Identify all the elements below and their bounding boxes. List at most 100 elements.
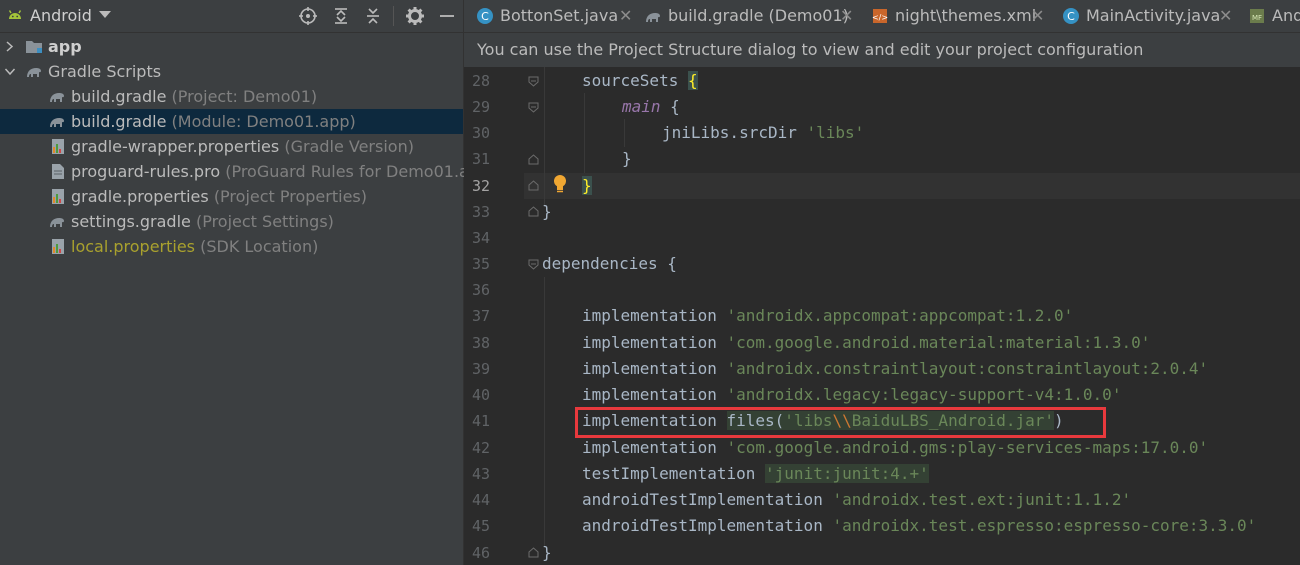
line-number: 29 [471, 98, 490, 116]
tab-night-themes-xml[interactable]: </> night\themes.xml ✕ [871, 0, 1051, 32]
line-number: 34 [471, 229, 490, 247]
tree-item-gradle-scripts[interactable]: Gradle Scripts [0, 59, 463, 84]
close-icon[interactable]: ✕ [840, 0, 853, 32]
highlight-annotation-box [575, 407, 1106, 438]
code-token: implementation [582, 359, 717, 378]
current-line-highlight [524, 173, 1300, 199]
code-editor[interactable]: 28 29 30 31 32 33 34 35 36 37 38 39 40 4… [464, 67, 1300, 565]
tree-item-label: build.gradle [71, 87, 167, 106]
java-class-icon: C [477, 8, 493, 24]
code-line-46: } [542, 543, 552, 562]
string-literal: 'androidx.appcompat:appcompat:1.2.0' [726, 306, 1074, 325]
code-line-44: androidTestImplementation 'androidx.test… [582, 490, 1131, 509]
tree-item-gradle-properties[interactable]: gradle.properties (Project Properties) [0, 184, 463, 209]
code-token: main [622, 97, 661, 116]
tab-label: MainActivity.java [1086, 6, 1221, 25]
java-class-icon: C [1063, 8, 1079, 24]
indent-guide [624, 119, 625, 147]
close-icon[interactable]: ✕ [1219, 0, 1232, 32]
string-literal: 'androidx.constraintlayout:constraintlay… [726, 359, 1209, 378]
tree-item-build-gradle-module[interactable]: build.gradle (Module: Demo01.app) [0, 109, 463, 134]
line-number: 30 [471, 124, 490, 142]
tab-botton-set-java[interactable]: C BottonSet.java ✕ [476, 0, 636, 32]
tree-item-label: local.properties [71, 237, 196, 256]
line-number: 32 [471, 177, 490, 195]
android-icon [8, 10, 22, 19]
close-icon[interactable]: ✕ [1031, 0, 1044, 32]
project-view-selector[interactable]: Android [30, 6, 92, 25]
fold-marker-icon[interactable] [528, 206, 539, 217]
tab-main-activity-java[interactable]: C MainActivity.java ✕ [1062, 0, 1237, 32]
tree-item-local-properties[interactable]: local.properties (SDK Location) [0, 234, 463, 259]
tree-item-hint: (Project Settings) [195, 212, 334, 231]
svg-text:C: C [481, 10, 489, 23]
tree-item-gradle-wrapper-properties[interactable]: gradle-wrapper.properties (Gradle Versio… [0, 134, 463, 159]
svg-text:C: C [1067, 10, 1075, 23]
lightbulb-icon[interactable] [551, 173, 569, 193]
svg-text:MF: MF [1252, 14, 1262, 22]
fold-marker-icon[interactable] [528, 259, 539, 270]
locate-target-icon[interactable] [298, 6, 318, 26]
fold-marker-icon[interactable] [528, 76, 539, 87]
tree-item-label: app [48, 37, 82, 56]
code-line-43: testImplementation 'junit:junit:4.+' [582, 464, 929, 483]
svg-text:</>: </> [872, 13, 888, 22]
tree-item-label: gradle-wrapper.properties [71, 137, 280, 156]
tree-item-label: Gradle Scripts [48, 62, 162, 81]
string-literal: 'androidx.legacy:legacy-support-v4:1.0.0… [726, 385, 1122, 404]
tab-label: build.gradle (Demo01) [668, 6, 849, 25]
project-structure-notification: You can use the Project Structure dialog… [464, 33, 1300, 67]
project-tool-window: Android app Gradle Scripts build.gradle … [0, 0, 495, 565]
tree-item-label: gradle.properties [71, 187, 209, 206]
code-token: dependencies { [542, 254, 677, 273]
manifest-icon: MF [1250, 9, 1264, 23]
minimize-icon[interactable] [437, 6, 457, 26]
tab-build-gradle-demo01[interactable]: build.gradle (Demo01) ✕ [644, 0, 854, 32]
string-literal: 'junit:junit:4.+' [765, 464, 929, 483]
project-panel-header: Android [0, 0, 463, 33]
editor-tab-bar: C BottonSet.java ✕ build.gradle (Demo01)… [464, 0, 1300, 33]
xml-icon: </> [872, 9, 888, 23]
chevron-right-icon[interactable] [3, 34, 17, 59]
tree-item-hint: (Module: Demo01.app) [171, 112, 356, 131]
fold-marker-icon[interactable] [528, 154, 539, 165]
indent-guide [544, 277, 545, 547]
gradle-icon [50, 93, 64, 102]
tree-item-app[interactable]: app [0, 34, 463, 59]
collapse-all-icon[interactable] [363, 6, 383, 26]
tree-item-proguard-rules[interactable]: proguard-rules.pro (ProGuard Rules for D… [0, 159, 495, 184]
line-number: 46 [471, 544, 490, 562]
fold-marker-icon[interactable] [528, 180, 539, 191]
code-line-28: sourceSets { [582, 71, 698, 90]
tab-label: BottonSet.java [500, 6, 619, 25]
tab-android-manifest[interactable]: MF And [1248, 0, 1300, 32]
gradle-icon [27, 68, 41, 77]
file-icon [52, 164, 64, 179]
code-token: } [542, 543, 552, 562]
tab-label: night\themes.xml [895, 6, 1037, 25]
chevron-down-icon[interactable] [3, 59, 17, 84]
tree-item-hint: (Project: Demo01) [171, 87, 318, 106]
code-token: } [542, 202, 552, 221]
gear-icon[interactable] [405, 6, 425, 26]
string-literal: 'androidx.test.ext:junit:1.1.2' [832, 490, 1132, 509]
fold-marker-icon[interactable] [528, 547, 539, 558]
chevron-down-icon[interactable] [99, 11, 111, 18]
close-icon[interactable]: ✕ [619, 0, 632, 32]
tree-item-settings-gradle[interactable]: settings.gradle (Project Settings) [0, 209, 463, 234]
code-token: { [670, 97, 680, 116]
tree-item-build-gradle-project[interactable]: build.gradle (Project: Demo01) [0, 84, 463, 109]
line-number: 43 [471, 465, 490, 483]
code-line-30: jniLibs.srcDir 'libs' [662, 123, 864, 142]
code-line-31: } [622, 149, 632, 168]
string-literal: 'libs' [806, 123, 865, 142]
code-token: } [622, 149, 632, 168]
code-line-37: implementation 'androidx.appcompat:appco… [582, 306, 1073, 325]
fold-marker-icon[interactable] [528, 102, 539, 113]
expand-all-icon[interactable] [331, 6, 351, 26]
line-number: 28 [471, 72, 490, 90]
indent-guide [584, 93, 585, 173]
code-token: implementation [582, 385, 717, 404]
line-number: 45 [471, 517, 490, 535]
line-number: 33 [471, 203, 490, 221]
